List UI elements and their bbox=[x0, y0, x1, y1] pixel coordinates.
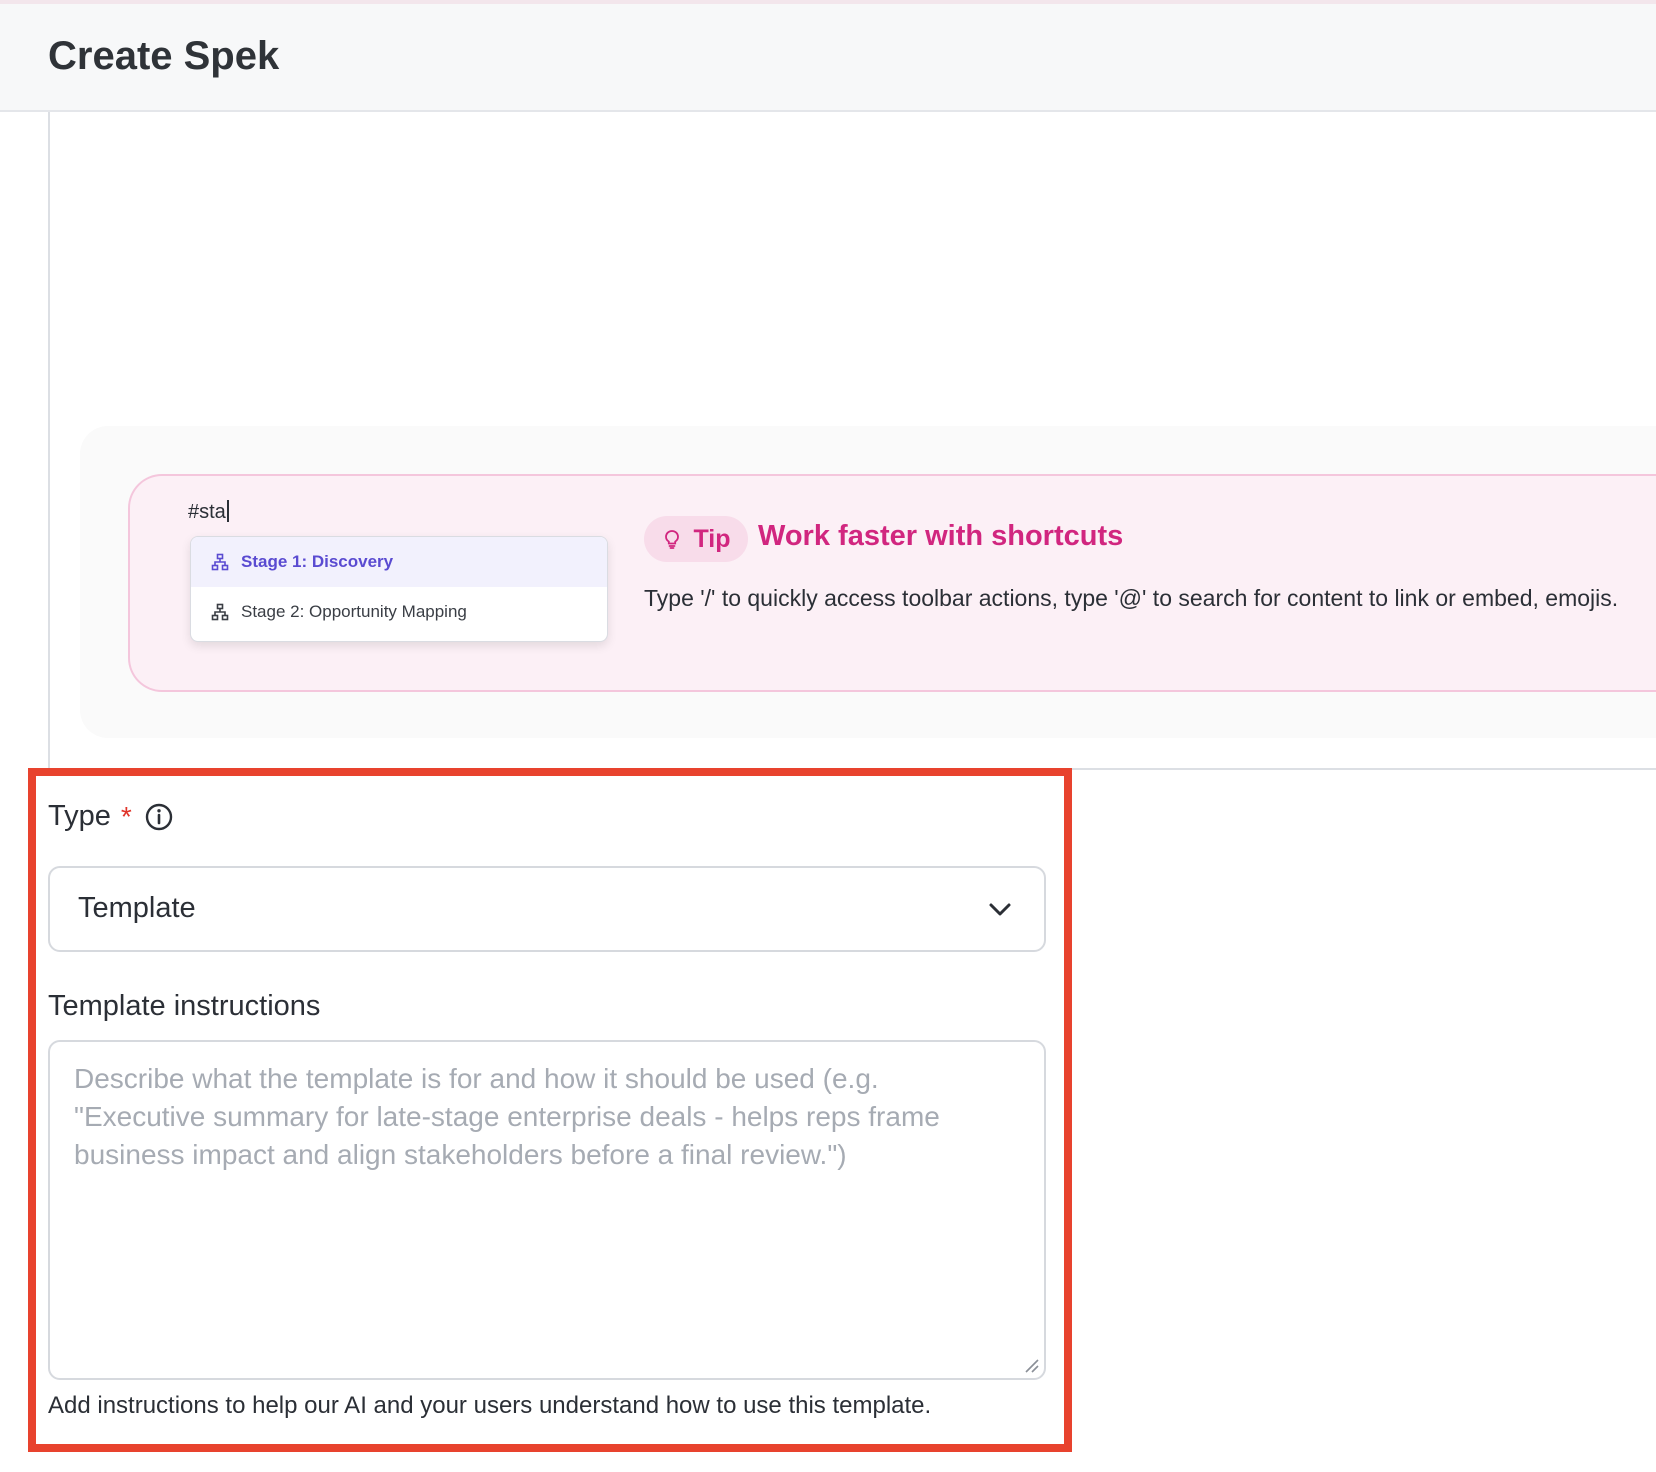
suggestion-label: Stage 2: Opportunity Mapping bbox=[241, 602, 467, 621]
type-field-label: Type * bbox=[48, 800, 174, 833]
hierarchy-icon bbox=[211, 553, 229, 571]
info-icon[interactable] bbox=[144, 802, 174, 832]
lightbulb-icon bbox=[665, 530, 680, 549]
suggestion-dropdown: Stage 1: Discovery Stage 2: Opportunity … bbox=[190, 536, 608, 642]
chevron-down-icon bbox=[989, 903, 1011, 916]
suggestion-item-stage-1[interactable]: Stage 1: Discovery bbox=[191, 537, 607, 587]
page-header: Create Spek bbox=[0, 4, 1656, 112]
resize-handle-icon[interactable] bbox=[1022, 1356, 1040, 1374]
required-asterisk: * bbox=[120, 800, 132, 832]
instructions-helper-text: Add instructions to help our AI and your… bbox=[48, 1392, 932, 1419]
text-caret bbox=[226, 500, 229, 522]
type-select-value: Template bbox=[78, 892, 196, 924]
tip-badge-label: Tip bbox=[693, 524, 731, 553]
tip-body: Type '/' to quickly access toolbar actio… bbox=[644, 585, 1619, 611]
tip-badge: Tip bbox=[644, 516, 748, 562]
instructions-textarea[interactable]: Describe what the template is for and ho… bbox=[48, 1040, 1046, 1380]
typed-shortcut-text: #sta bbox=[188, 500, 229, 524]
tip-title: Work faster with shortcuts bbox=[758, 520, 1124, 552]
page-title: Create Spek bbox=[48, 34, 280, 78]
instructions-placeholder: Describe what the template is for and ho… bbox=[74, 1063, 940, 1170]
instructions-label: Template instructions bbox=[48, 990, 321, 1022]
type-select[interactable]: Template bbox=[48, 866, 1046, 952]
suggestion-item-stage-2[interactable]: Stage 2: Opportunity Mapping bbox=[191, 587, 607, 637]
suggestion-label: Stage 1: Discovery bbox=[241, 552, 394, 571]
hierarchy-icon bbox=[211, 603, 229, 621]
type-label-text: Type bbox=[48, 800, 111, 832]
